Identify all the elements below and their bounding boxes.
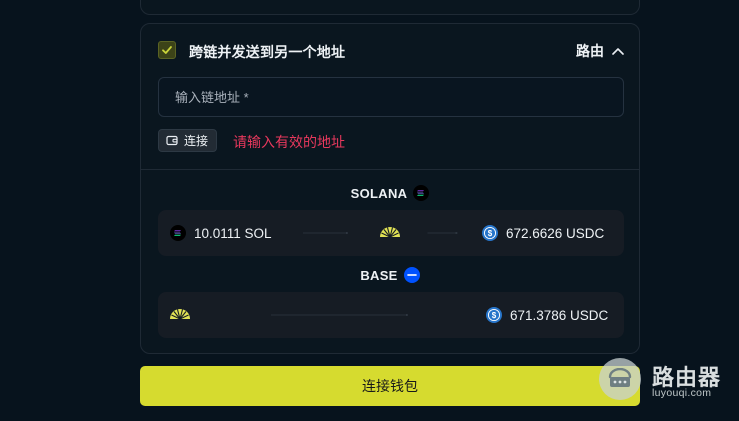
address-input[interactable]	[158, 77, 624, 117]
arrow-icon	[271, 314, 409, 316]
watermark-subtitle: luyouqi.com	[652, 387, 712, 399]
crosschain-card: 跨链并发送到另一个地址 路由 连接 请输入有效的地址 SOLANA	[140, 23, 640, 354]
connect-wallet-button[interactable]: 连接钱包	[140, 366, 640, 406]
crosschain-label: 跨链并发送到另一个地址	[189, 44, 346, 60]
route-toggle[interactable]: 路由	[576, 41, 624, 61]
arrow-icon	[427, 232, 459, 234]
route-row-base: $ 671.3786 USDC	[158, 292, 624, 338]
chain-name: BASE	[360, 267, 398, 283]
to-amount: 672.6626 USDC	[506, 225, 605, 241]
route-chain-title-base: BASE	[141, 267, 639, 283]
route-to-token: $ 672.6626 USDC	[482, 210, 604, 256]
to-amount: 671.3786 USDC	[510, 307, 609, 323]
base-icon	[403, 267, 420, 283]
route-label: 路由	[576, 43, 604, 59]
divider	[141, 169, 639, 170]
chain-name: SOLANA	[350, 185, 408, 201]
svg-text:$: $	[488, 229, 493, 238]
watermark: 路由器 luyouqi.com	[598, 357, 738, 409]
chevron-up-icon	[612, 48, 624, 55]
route-chain-title-solana: SOLANA	[141, 185, 639, 201]
route-to-token: $ 671.3786 USDC	[486, 292, 608, 338]
previous-panel	[140, 0, 640, 15]
crosschain-header: 跨链并发送到另一个地址 路由	[158, 41, 624, 61]
wallet-icon	[166, 135, 178, 146]
route-from-token: 10.0111 SOL	[170, 210, 272, 256]
usdc-icon: $	[482, 225, 498, 241]
usdc-icon: $	[486, 307, 502, 323]
connect-wallet-small-button[interactable]: 连接	[158, 129, 218, 152]
crosschain-checkbox[interactable]	[158, 41, 176, 59]
route-row-solana: 10.0111 SOL $ 672.6626 USDC	[158, 210, 624, 256]
bridge-provider-icon	[379, 225, 401, 244]
solana-icon	[413, 185, 430, 201]
solana-icon	[170, 225, 186, 241]
address-error-message: 请输入有效的地址	[233, 134, 345, 150]
arrow-icon	[303, 232, 349, 234]
from-amount: 10.0111 SOL	[194, 225, 272, 241]
svg-text:$: $	[492, 311, 497, 320]
bridge-provider-icon	[169, 307, 191, 326]
connect-label: 连接	[184, 134, 209, 148]
check-icon	[162, 46, 172, 54]
router-logo-icon	[599, 358, 641, 400]
